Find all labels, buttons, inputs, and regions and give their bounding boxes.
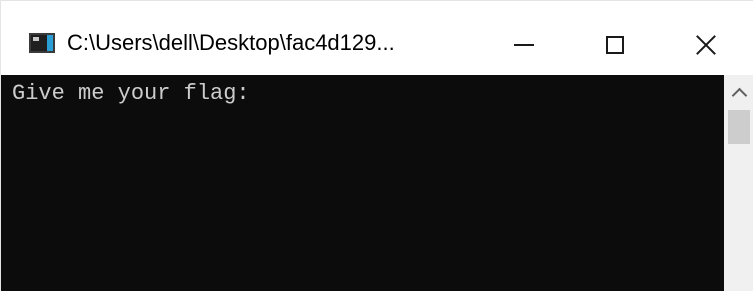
console-prompt-line: Give me your flag: xyxy=(12,81,250,106)
close-icon xyxy=(695,34,717,56)
icon-stripe xyxy=(47,35,53,51)
window-title: C:\Users\dell\Desktop\fac4d129... xyxy=(67,30,395,55)
maximize-icon xyxy=(606,36,624,54)
console-left-edge xyxy=(1,75,10,291)
console-window: C:\Users\dell\Desktop\fac4d129... Give m… xyxy=(0,0,753,291)
maximize-button[interactable] xyxy=(570,16,660,74)
minimize-icon xyxy=(514,44,534,46)
console-output-area[interactable]: Give me your flag: xyxy=(10,75,724,291)
icon-accent xyxy=(33,37,39,41)
title-bar[interactable]: C:\Users\dell\Desktop\fac4d129... xyxy=(1,1,753,75)
close-button[interactable] xyxy=(661,16,751,74)
scroll-up-button[interactable] xyxy=(724,75,753,109)
scroll-thumb[interactable] xyxy=(728,110,750,144)
chevron-up-icon xyxy=(731,87,747,103)
minimize-button[interactable] xyxy=(479,16,569,74)
console-app-icon[interactable] xyxy=(29,33,55,53)
vertical-scrollbar[interactable] xyxy=(724,75,753,291)
